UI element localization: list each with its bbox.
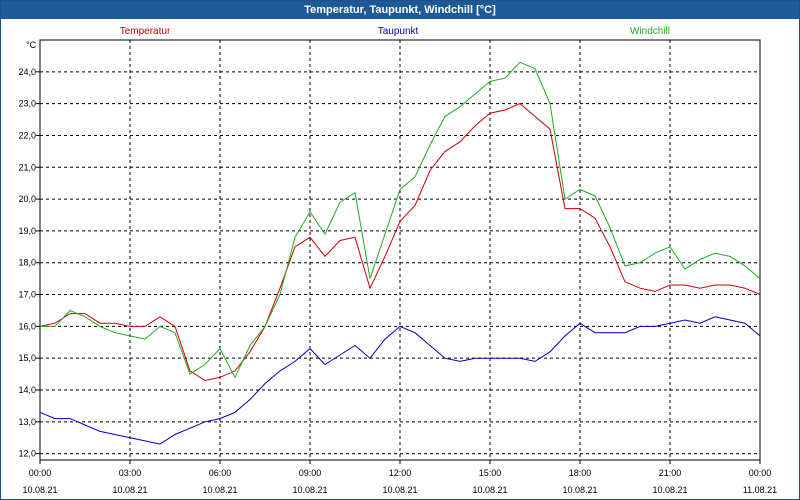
y-tick-label: 12,0 — [18, 449, 36, 459]
x-tick-time: 12:00 — [389, 468, 412, 478]
y-tick-label: 24,0 — [18, 67, 36, 77]
x-tick-date: 10.08.21 — [112, 485, 147, 495]
x-tick-time: 06:00 — [209, 468, 232, 478]
x-tick-time: 00:00 — [749, 468, 772, 478]
legend-temperatur: Temperatur — [120, 26, 171, 37]
y-tick-label: 20,0 — [18, 194, 36, 204]
y-tick-label: 15,0 — [18, 353, 36, 363]
y-tick-label: 14,0 — [18, 385, 36, 395]
x-tick-date: 10.08.21 — [562, 485, 597, 495]
x-tick-date: 10.08.21 — [292, 485, 327, 495]
x-tick-time: 15:00 — [479, 468, 502, 478]
y-tick-label: 13,0 — [18, 417, 36, 427]
y-tick-label: 18,0 — [18, 258, 36, 268]
x-tick-date: 10.08.21 — [652, 485, 687, 495]
x-tick-date: 10.08.21 — [382, 485, 417, 495]
x-tick-date: 10.08.21 — [202, 485, 237, 495]
series-line-temperatur — [39, 103, 761, 382]
axes: 12,0 13,0 14,0 15,0 16,0 17,0 18,0 19,0 20,0 21,0… — [18, 39, 777, 495]
x-tick-date: 10.08.21 — [472, 485, 507, 495]
y-tick-label: 21,0 — [18, 162, 36, 172]
legend-taupunkt: Taupunkt — [378, 26, 419, 37]
y-tick-label: 19,0 — [18, 226, 36, 236]
y-axis-unit: °C — [26, 40, 37, 50]
y-tick-label: 22,0 — [18, 130, 36, 140]
legend-windchill: Windchill — [630, 26, 670, 37]
x-tick-time: 21:00 — [659, 468, 682, 478]
line-chart: 12,0 13,0 14,0 15,0 16,0 17,0 18,0 19,0 20,0 21,0… — [18, 26, 777, 495]
x-tick-time: 18:00 — [569, 468, 592, 478]
y-tick-label: 16,0 — [18, 321, 36, 331]
y-tick-label: 17,0 — [18, 290, 36, 300]
x-tick-time: 00:00 — [29, 468, 52, 478]
x-tick-time: 03:00 — [119, 468, 142, 478]
legend: Temperatur Taupunkt Windchill — [120, 26, 670, 37]
x-tick-time: 09:00 — [299, 468, 322, 478]
grid — [40, 40, 760, 460]
y-tick-label: 23,0 — [18, 99, 36, 109]
x-tick-date: 10.08.21 — [22, 485, 57, 495]
x-tick-date: 11.08.21 — [743, 485, 777, 495]
